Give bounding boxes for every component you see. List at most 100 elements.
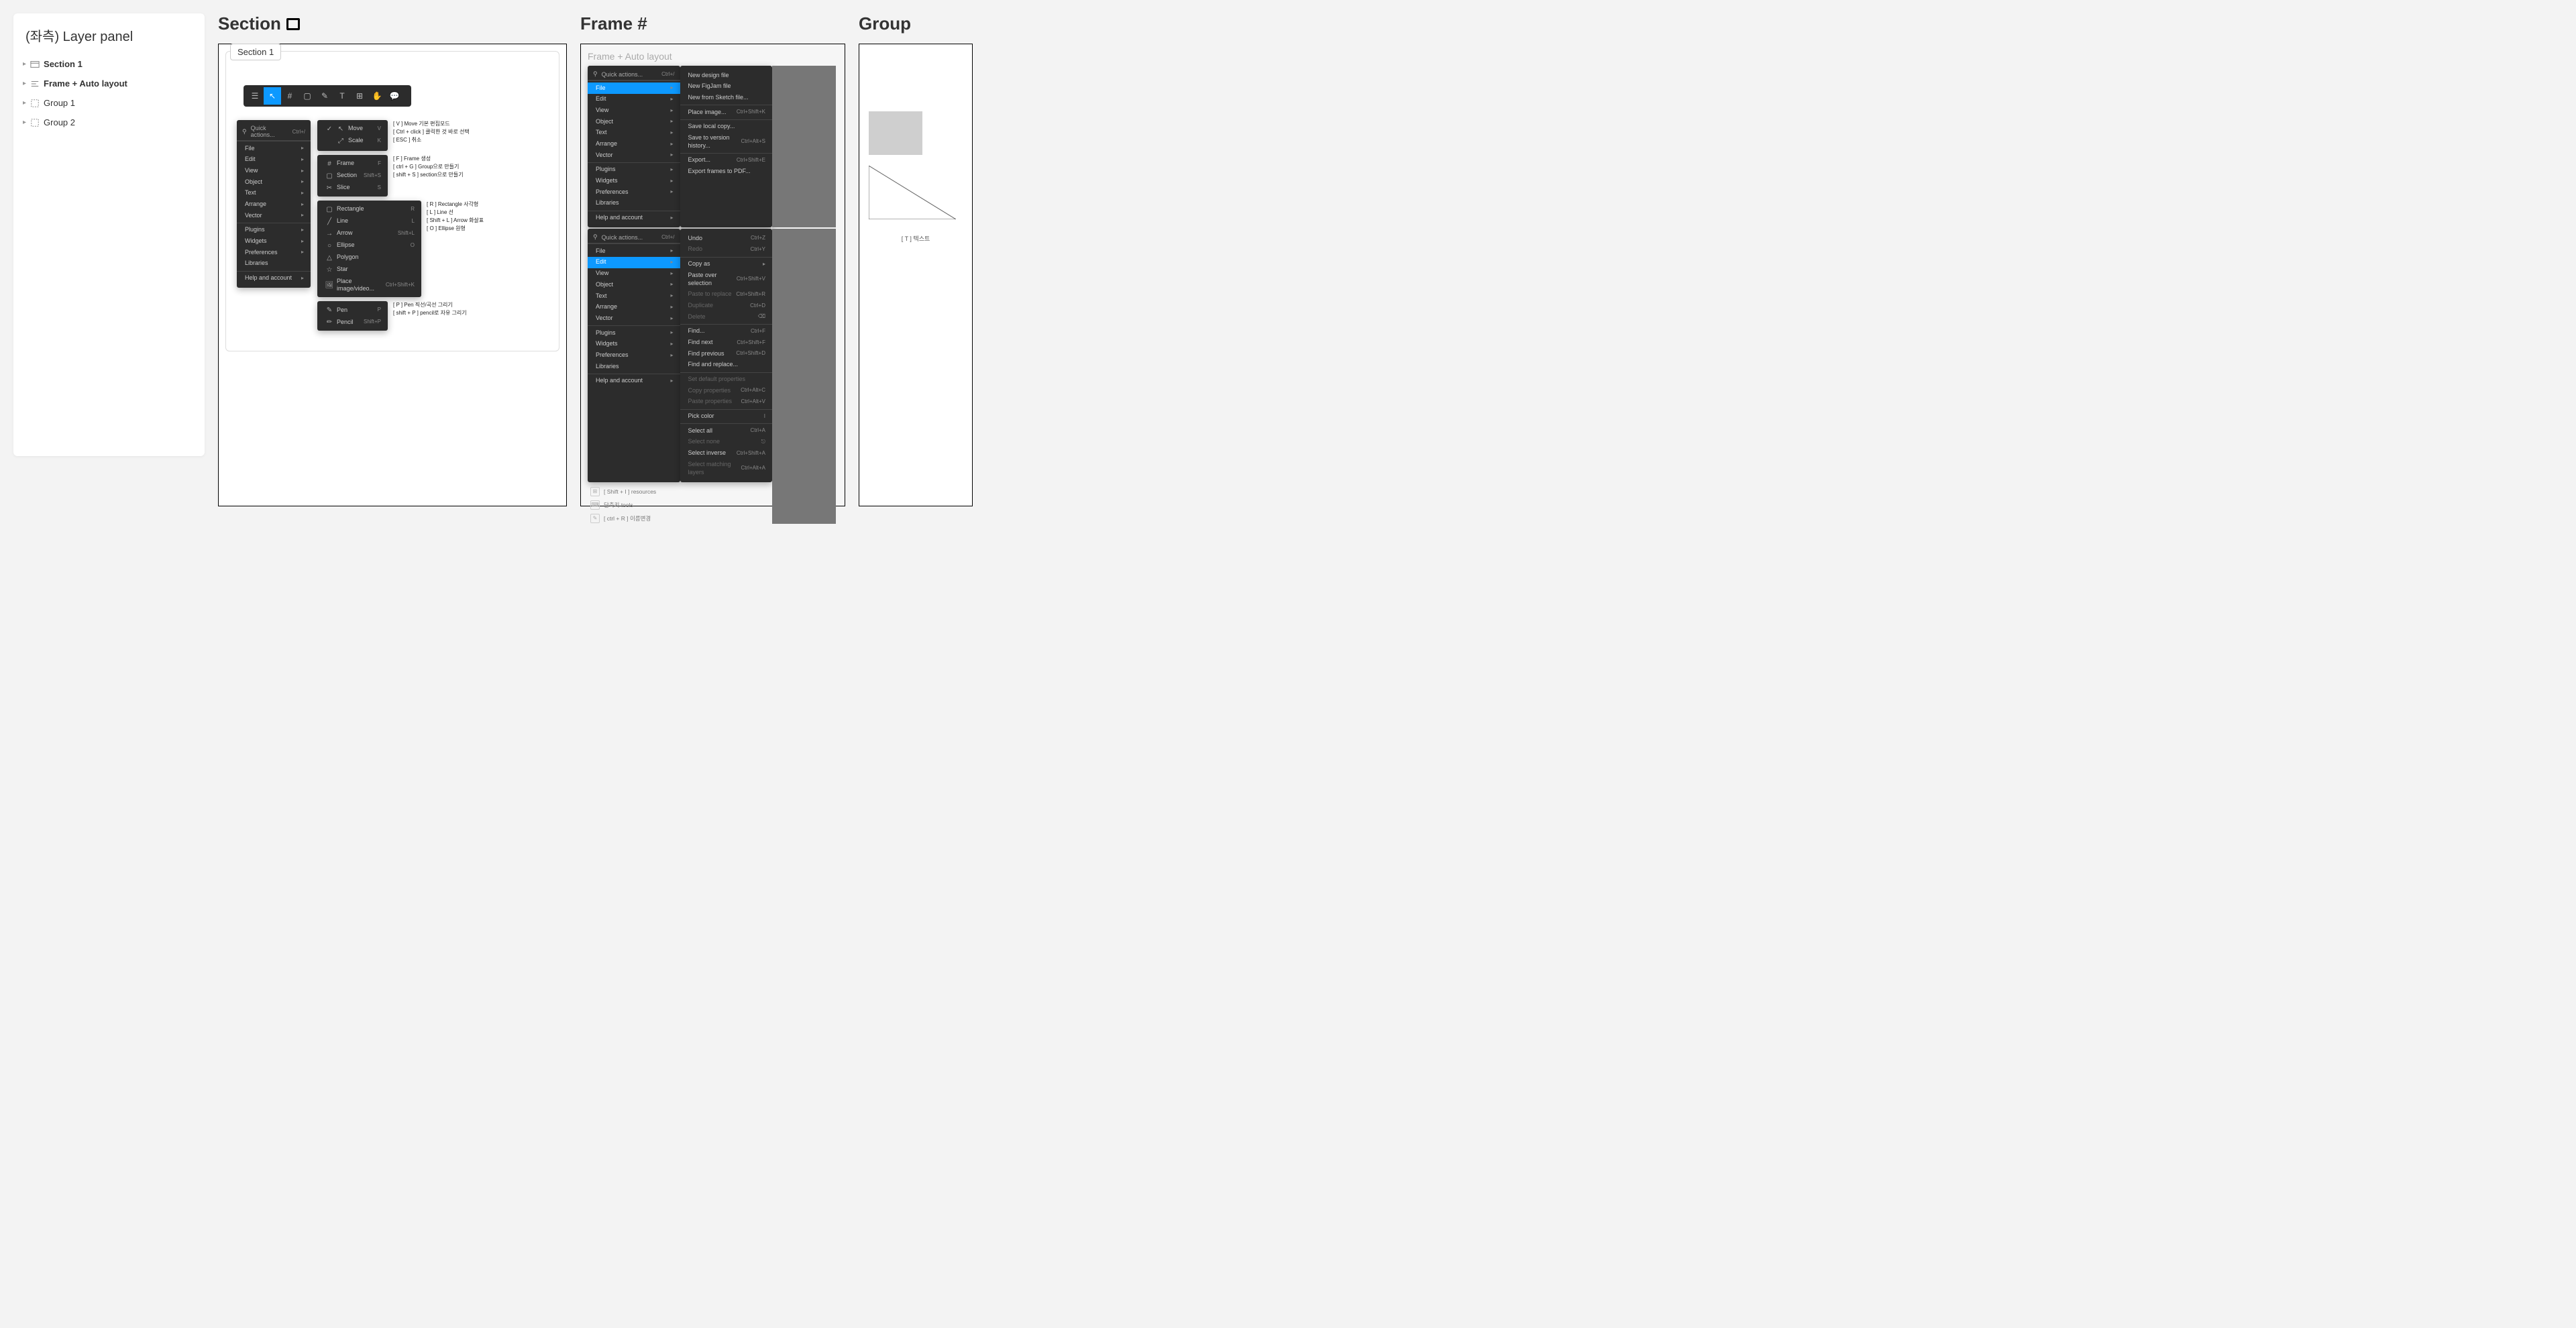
menu-item[interactable]: Help and account▸ bbox=[588, 376, 680, 387]
resources-toolbar-button[interactable]: ⊞ bbox=[351, 87, 368, 105]
menu-item[interactable]: Find nextCtrl+Shift+F bbox=[680, 337, 773, 348]
menu-item[interactable]: Preferences▸ bbox=[588, 186, 680, 198]
menu-item[interactable]: Object▸ bbox=[588, 116, 680, 127]
menu-item[interactable]: Paste over selectionCtrl+Shift+V bbox=[680, 270, 773, 288]
quick-actions-item[interactable]: ⚲ Quick actions... Ctrl+/ bbox=[237, 123, 311, 141]
edit-submenu: UndoCtrl+Z RedoCtrl+Y Copy as▸ Paste ove… bbox=[680, 229, 773, 482]
layer-row-section1[interactable]: ▸ Section 1 bbox=[19, 54, 199, 74]
menu-item[interactable]: Preferences▸ bbox=[588, 349, 680, 361]
comment-toolbar-button[interactable]: 💬 bbox=[386, 87, 403, 105]
menu-item[interactable]: Libraries bbox=[237, 258, 311, 270]
move-toolbar-button[interactable]: ↖ bbox=[264, 87, 281, 105]
menu-item[interactable]: Save local copy... bbox=[680, 121, 773, 133]
layer-row-group1[interactable]: ▸ Group 1 bbox=[19, 93, 199, 113]
menu-item[interactable]: Paste to replaceCtrl+Shift+R bbox=[680, 289, 773, 300]
menu-item[interactable]: Object▸ bbox=[237, 176, 311, 188]
menu-item[interactable]: Arrange▸ bbox=[588, 138, 680, 150]
menu-item-file[interactable]: File▸ bbox=[588, 82, 680, 94]
menu-item[interactable]: ╱LineL bbox=[317, 215, 421, 227]
pen-toolbar-button[interactable]: ✎ bbox=[316, 87, 333, 105]
menu-item[interactable]: ▢SectionShift+S bbox=[317, 170, 388, 182]
menu-item[interactable]: Text▸ bbox=[588, 290, 680, 302]
menu-item[interactable]: →ArrowShift+L bbox=[317, 227, 421, 239]
menu-item[interactable]: ✏PencilShift+P bbox=[317, 316, 388, 328]
menu-item[interactable]: Set default properties bbox=[680, 374, 773, 386]
menu-item[interactable]: Select inverseCtrl+Shift+A bbox=[680, 448, 773, 459]
menu-item[interactable]: DuplicateCtrl+D bbox=[680, 300, 773, 311]
file-menu-block: ⚲Quick actions...Ctrl+/ File▸ Edit▸ View… bbox=[588, 66, 838, 227]
hand-toolbar-button[interactable]: ✋ bbox=[368, 87, 386, 105]
menu-item[interactable]: Help and account▸ bbox=[237, 273, 311, 284]
menu-item[interactable]: Copy as▸ bbox=[680, 259, 773, 270]
menu-item[interactable]: View▸ bbox=[588, 105, 680, 116]
menu-item[interactable]: File▸ bbox=[588, 245, 680, 257]
menu-item[interactable]: Preferences▸ bbox=[237, 247, 311, 258]
menu-item[interactable]: Plugins▸ bbox=[588, 164, 680, 176]
menu-item[interactable]: Export...Ctrl+Shift+E bbox=[680, 155, 773, 166]
menu-item[interactable]: Export frames to PDF... bbox=[680, 166, 773, 178]
menu-item[interactable]: Place image...Ctrl+Shift+K bbox=[680, 107, 773, 118]
frame-toolbar-button[interactable]: # bbox=[281, 87, 299, 105]
menu-item[interactable]: ⤢ScaleK bbox=[317, 135, 388, 147]
shape-annot: [ R ] Rectangle 사각형 [ L ] Line 선 [ Shift… bbox=[427, 201, 484, 290]
menu-item[interactable]: Arrange▸ bbox=[588, 302, 680, 313]
menu-item-edit[interactable]: Edit▸ bbox=[588, 257, 680, 268]
menu-item[interactable]: UndoCtrl+Z bbox=[680, 233, 773, 244]
menu-item[interactable]: View▸ bbox=[588, 268, 680, 280]
menu-item[interactable]: Text▸ bbox=[588, 127, 680, 139]
menu-item[interactable]: ▢RectangleR bbox=[317, 203, 421, 215]
menu-item[interactable]: ✎PenP bbox=[317, 304, 388, 316]
menu-item[interactable]: Paste propertiesCtrl+Alt+V bbox=[680, 396, 773, 408]
menu-item[interactable]: New design file bbox=[680, 70, 773, 81]
group-icon bbox=[30, 99, 40, 108]
quick-actions-item[interactable]: ⚲Quick actions...Ctrl+/ bbox=[588, 231, 680, 243]
menu-item[interactable]: Select none⎋ bbox=[680, 437, 773, 448]
menu-item[interactable]: Plugins▸ bbox=[237, 225, 311, 236]
menu-item[interactable]: ○EllipseO bbox=[317, 239, 421, 252]
menu-item[interactable]: Arrange▸ bbox=[237, 199, 311, 210]
menu-item[interactable]: Widgets▸ bbox=[588, 176, 680, 187]
menu-item[interactable]: New from Sketch file... bbox=[680, 92, 773, 103]
section-tab[interactable]: Section 1 bbox=[230, 44, 281, 60]
menu-item[interactable]: Vector▸ bbox=[237, 210, 311, 221]
menu-item[interactable]: Help and account▸ bbox=[588, 213, 680, 224]
quick-actions-item[interactable]: ⚲Quick actions...Ctrl+/ bbox=[588, 68, 680, 80]
menu-item[interactable]: Libraries bbox=[588, 198, 680, 209]
layer-row-group2[interactable]: ▸ Group 2 bbox=[19, 113, 199, 132]
menu-item[interactable]: Plugins▸ bbox=[588, 327, 680, 339]
menu-item[interactable]: #FrameF bbox=[317, 158, 388, 170]
menu-item[interactable]: Edit▸ bbox=[588, 94, 680, 105]
menu-item[interactable]: ☆Star bbox=[317, 264, 421, 276]
menu-item[interactable]: RedoCtrl+Y bbox=[680, 244, 773, 256]
menu-item[interactable]: ✂SliceS bbox=[317, 182, 388, 194]
menu-item[interactable]: Select matching layersCtrl+Alt+A bbox=[680, 459, 773, 478]
menu-item[interactable]: ✓↖MoveV bbox=[317, 123, 388, 135]
shape-toolbar-button[interactable]: ▢ bbox=[299, 87, 316, 105]
menu-item[interactable]: Save to version history...Ctrl+Alt+S bbox=[680, 132, 773, 151]
menu-item[interactable]: Find previousCtrl+Shift+D bbox=[680, 348, 773, 359]
menu-item[interactable]: Vector▸ bbox=[588, 150, 680, 161]
layer-row-frame[interactable]: ▸ Frame + Auto layout bbox=[19, 74, 199, 93]
menu-item[interactable]: Vector▸ bbox=[588, 313, 680, 324]
menu-item[interactable]: File▸ bbox=[237, 143, 311, 154]
group-column: Group [ T ] 텍스트 bbox=[859, 13, 973, 506]
menu-item[interactable]: Widgets▸ bbox=[588, 339, 680, 350]
menu-item[interactable]: New FigJam file bbox=[680, 81, 773, 93]
menu-item[interactable]: Libraries bbox=[588, 361, 680, 372]
menu-item[interactable]: Edit▸ bbox=[237, 154, 311, 166]
menu-item[interactable]: △Polygon bbox=[317, 252, 421, 264]
text-toolbar-button[interactable]: T bbox=[333, 87, 351, 105]
menu-item[interactable]: Delete⌫ bbox=[680, 311, 773, 323]
menu-item[interactable]: Select allCtrl+A bbox=[680, 425, 773, 437]
menu-toolbar-button[interactable]: ☰ bbox=[246, 87, 264, 105]
menu-item[interactable]: Object▸ bbox=[588, 279, 680, 290]
menu-item[interactable]: Text▸ bbox=[237, 188, 311, 199]
menu-item[interactable]: Find...Ctrl+F bbox=[680, 326, 773, 337]
menu-item[interactable]: Find and replace... bbox=[680, 359, 773, 371]
menu-item[interactable]: 🖼Place image/video...Ctrl+Shift+K bbox=[317, 276, 421, 294]
menu-item[interactable]: Widgets▸ bbox=[237, 236, 311, 247]
menu-item[interactable]: Copy propertiesCtrl+Alt+C bbox=[680, 385, 773, 396]
polygon-icon: △ bbox=[325, 254, 333, 262]
menu-item[interactable]: Pick colorI bbox=[680, 411, 773, 423]
menu-item[interactable]: View▸ bbox=[237, 165, 311, 176]
